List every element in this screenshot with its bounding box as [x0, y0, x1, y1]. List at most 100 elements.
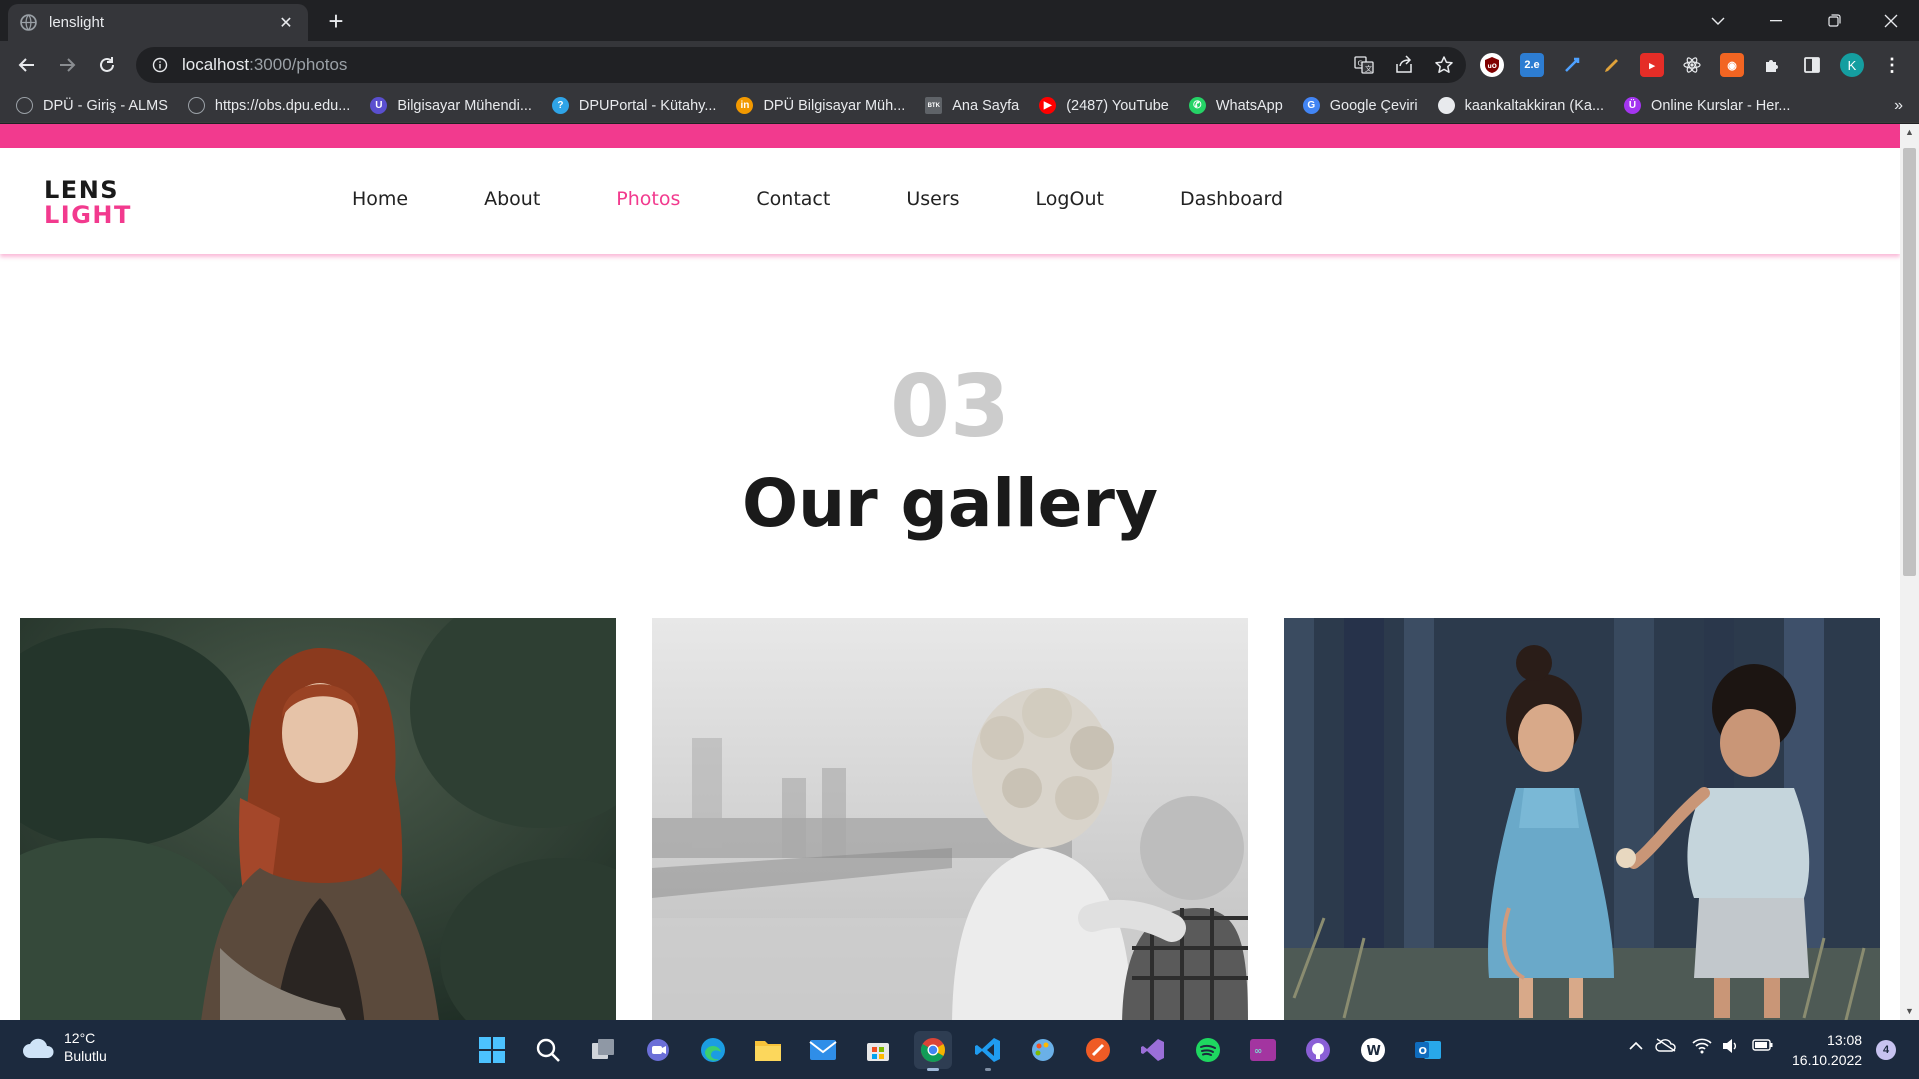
bookmark-label: DPÜ - Giriş - ALMS — [43, 97, 168, 114]
arduino-icon[interactable]: ∞ — [1244, 1031, 1282, 1069]
tab-title: lenslight — [49, 14, 105, 31]
bookmark-label: Ana Sayfa — [952, 97, 1020, 114]
page-scrollbar[interactable]: ▲ ▼ — [1900, 124, 1919, 1020]
teams-chat-icon[interactable] — [639, 1031, 677, 1069]
globe-icon — [16, 97, 33, 114]
restore-button[interactable] — [1806, 0, 1862, 41]
bookmark-label: kaankaltakkiran (Ka... — [1464, 97, 1605, 114]
forward-button[interactable] — [51, 49, 83, 81]
logo-line-1: LENS — [44, 176, 120, 204]
menu-kebab-icon[interactable]: ⋮ — [1880, 53, 1904, 77]
paint-icon[interactable] — [1024, 1031, 1062, 1069]
edge-icon[interactable] — [694, 1031, 732, 1069]
bookmark-item[interactable]: in DPÜ Bilgisayar Müh... — [736, 97, 905, 114]
bookmarks-bar: DPÜ - Giriş - ALMS https://obs.dpu.edu...… — [0, 89, 1919, 123]
nav-dashboard[interactable]: Dashboard — [1180, 188, 1283, 210]
chevron-up-icon[interactable] — [1629, 1038, 1643, 1054]
volume-icon[interactable] — [1721, 1038, 1739, 1057]
system-clock[interactable]: 13:08 16.10.2022 — [1792, 1030, 1862, 1070]
weather-widget[interactable]: 12°C Bulutlu — [22, 1030, 107, 1066]
gallery-photo-2[interactable] — [652, 618, 1248, 1020]
scroll-up-icon[interactable]: ▲ — [1900, 124, 1919, 141]
nav-home[interactable]: Home — [352, 188, 408, 210]
close-window-button[interactable] — [1863, 0, 1919, 41]
site-logo[interactable]: LENS LIGHT — [44, 178, 132, 228]
translate-icon: G — [1302, 97, 1320, 114]
tab-search-icon[interactable] — [1690, 0, 1746, 41]
battery-icon[interactable] — [1752, 1038, 1774, 1055]
vscode-icon[interactable] — [969, 1031, 1007, 1071]
onedrive-off-icon[interactable] — [1655, 1038, 1677, 1055]
notion-icon[interactable]: W — [1354, 1031, 1392, 1069]
globe-icon — [187, 97, 205, 114]
extension-pen-icon[interactable] — [1600, 53, 1624, 77]
search-icon[interactable] — [529, 1031, 567, 1069]
bookmark-item[interactable]: G Google Çeviri — [1302, 97, 1418, 114]
new-tab-button[interactable]: + — [322, 8, 350, 36]
postman-icon[interactable] — [1079, 1031, 1117, 1069]
microsoft-store-icon[interactable] — [859, 1031, 897, 1069]
bookmark-label: Bilgisayar Mühendi... — [397, 97, 532, 114]
nav-users[interactable]: Users — [906, 188, 959, 210]
bookmark-item[interactable]: U Bilgisayar Mühendi... — [370, 97, 532, 114]
logo-line-2: LIGHT — [44, 201, 132, 229]
extension-2e-icon[interactable]: 2.e — [1520, 53, 1544, 77]
github-desktop-icon[interactable] — [1299, 1031, 1337, 1069]
notification-badge[interactable]: 4 — [1876, 1040, 1896, 1060]
ublock-icon[interactable]: uO — [1480, 53, 1504, 77]
star-icon[interactable] — [1434, 55, 1454, 75]
react-devtools-icon[interactable] — [1680, 53, 1704, 77]
bookmark-item[interactable]: ✆ WhatsApp — [1188, 97, 1283, 114]
chrome-icon[interactable] — [914, 1031, 952, 1071]
top-accent-bar — [0, 124, 1900, 148]
svg-text:O: O — [1419, 1046, 1428, 1057]
scroll-down-icon[interactable]: ▼ — [1900, 1003, 1919, 1020]
svg-text:W: W — [1367, 1044, 1381, 1059]
close-tab-icon[interactable]: ✕ — [276, 13, 296, 33]
start-icon[interactable] — [473, 1031, 511, 1069]
side-panel-icon[interactable] — [1800, 53, 1824, 77]
bookmark-item[interactable]: DPÜ - Giriş - ALMS — [16, 97, 168, 114]
task-view-icon[interactable] — [584, 1031, 622, 1069]
university-icon: U — [370, 97, 388, 114]
extension-video-icon[interactable]: ▸ — [1640, 53, 1664, 77]
profile-avatar[interactable]: K — [1840, 53, 1864, 77]
windows-taskbar: 12°C Bulutlu ∞ W O 13:08 16.10.2022 4 — [0, 1020, 1919, 1079]
outlook-icon[interactable]: O — [1409, 1031, 1447, 1069]
nav-contact[interactable]: Contact — [756, 188, 830, 210]
visual-studio-icon[interactable] — [1134, 1031, 1172, 1069]
reload-icon — [100, 57, 114, 72]
bookmark-item[interactable]: kaankaltakkiran (Ka... — [1437, 97, 1605, 114]
share-icon[interactable] — [1394, 55, 1414, 75]
file-explorer-icon[interactable] — [749, 1031, 787, 1069]
bookmark-item[interactable]: ▶ (2487) YouTube — [1039, 97, 1169, 114]
browser-tab[interactable]: lenslight ✕ — [8, 4, 308, 41]
browser-titlebar: lenslight ✕ + — [0, 0, 1919, 41]
extension-tools-icon[interactable] — [1560, 53, 1584, 77]
mail-icon[interactable] — [804, 1031, 842, 1069]
translate-icon[interactable]: G文 — [1354, 55, 1374, 75]
scroll-thumb[interactable] — [1903, 148, 1916, 576]
bookmark-label: (2487) YouTube — [1066, 97, 1169, 114]
bookmark-item[interactable]: ? DPUPortal - Kütahy... — [551, 97, 716, 114]
extensions-puzzle-icon[interactable] — [1760, 53, 1784, 77]
gallery-photo-1[interactable] — [20, 618, 616, 1020]
nav-about[interactable]: About — [484, 188, 540, 210]
bookmarks-overflow-icon[interactable]: » — [1894, 97, 1903, 115]
wifi-icon[interactable] — [1692, 1038, 1712, 1057]
bookmark-label: DPÜ Bilgisayar Müh... — [763, 97, 906, 114]
bookmark-item[interactable]: BTK Ana Sayfa — [925, 97, 1019, 114]
rss-icon[interactable]: ◉ — [1720, 53, 1744, 77]
gallery-photo-3[interactable] — [1284, 618, 1880, 1020]
nav-logout[interactable]: LogOut — [1036, 188, 1104, 210]
address-bar[interactable]: localhost:3000/photos G文 — [136, 47, 1466, 83]
minimize-button[interactable] — [1748, 0, 1804, 41]
spotify-icon[interactable] — [1189, 1031, 1227, 1069]
nav-photos[interactable]: Photos — [616, 188, 680, 210]
bookmark-item[interactable]: Ü Online Kurslar - Her... — [1624, 97, 1790, 114]
info-icon[interactable] — [152, 57, 168, 73]
back-button[interactable] — [11, 49, 43, 81]
reload-button[interactable] — [91, 49, 123, 81]
bookmark-item[interactable]: https://obs.dpu.edu... — [187, 97, 350, 114]
arrow-right-icon — [60, 58, 76, 72]
